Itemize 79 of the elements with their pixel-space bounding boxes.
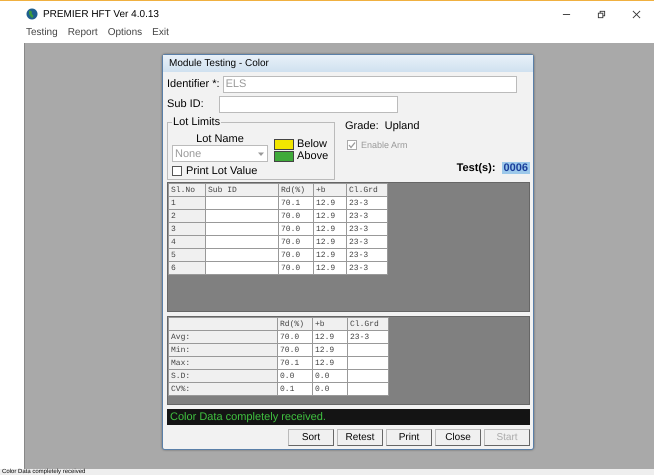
row-header: Min: [168,344,278,356]
table-cell: 70.0 [278,248,314,262]
dialog-title: Module Testing - Color [163,55,533,72]
table-cell: 12.9 [314,196,346,210]
column-header: Rd(%) [278,184,314,196]
table-cell: 12.9 [314,210,346,222]
table-cell: 23-3 [346,210,388,222]
table-cell: 0.0 [278,370,312,382]
table-cell [348,370,388,382]
table-cell: 12.9 [314,248,346,262]
row-header: Avg: [168,330,278,344]
table-cell: 0.0 [312,370,348,382]
row-header: 4 [168,236,206,248]
dialog-button[interactable]: Retest [337,429,383,446]
table-cell: 12.9 [314,236,346,248]
table-cell: 0.1 [278,382,312,396]
tests-count: 0006 [502,162,530,174]
table-cell [348,356,388,370]
print-lot-value-checkbox[interactable]: Print Lot Value [172,165,330,177]
table-cell: 70.1 [278,356,312,370]
restore-icon[interactable] [597,10,606,18]
table-cell: 70.0 [278,222,314,236]
column-header: Cl.Grd [348,318,388,330]
table-cell: 23-3 [346,196,388,210]
grade-label: Grade: [345,120,379,132]
table-cell: 12.9 [312,344,348,356]
close-icon[interactable] [632,10,641,18]
row-header: 1 [168,196,206,210]
column-header: Rd(%) [278,318,312,330]
table-cell: 23-3 [348,330,388,344]
dialog-button[interactable]: Close [435,429,481,446]
table-cell: 70.1 [278,196,314,210]
column-header: +b [312,318,348,330]
legend-label: Above [297,150,328,162]
table-cell [348,344,388,356]
column-header: Sl.No [168,184,206,196]
column-header: Sub ID [206,184,278,196]
column-header: Cl.Grd [346,184,388,196]
row-header: 5 [168,248,206,262]
menu-item[interactable]: Report [68,27,98,43]
globe-icon [26,8,38,20]
row-header: S.D: [168,370,278,382]
table-cell: 23-3 [346,262,388,274]
tests-label: Test(s): [456,162,496,174]
row-header: CV%: [168,382,278,396]
menu-item[interactable]: Testing [26,27,58,43]
row-header: 6 [168,262,206,274]
grade-value: Upland [384,120,420,132]
field-label: Sub ID: [167,98,204,110]
table-cell: 70.0 [278,344,312,356]
table-cell: 23-3 [346,222,388,236]
window-title: PREMIER HFT Ver 4.0.13 [43,8,159,20]
table-cell: 70.0 [278,262,314,274]
table-cell: 23-3 [346,248,388,262]
table-cell: 0.0 [312,382,348,396]
table-cell: 70.0 [278,236,314,248]
dialog-button[interactable]: Sort [288,429,334,446]
table-cell: 12.9 [314,262,346,274]
row-header: 3 [168,222,206,236]
row-header: Max: [168,356,278,370]
table-cell [348,382,388,396]
menu-item[interactable]: Options [108,27,142,43]
table-cell: 23-3 [346,236,388,248]
row-header: 2 [168,210,206,222]
lot-name-label: Lot Name [196,133,244,145]
table-cell: 70.0 [278,210,314,222]
table-cell: 12.9 [312,356,348,370]
legend-label: Below [297,138,327,150]
dialog-button[interactable]: Print [386,429,432,446]
table-cell: 12.9 [314,222,346,236]
column-header: +b [314,184,346,196]
field-label: Identifier *: [167,78,220,90]
sub-id-field[interactable] [218,96,398,112]
table-cell: 12.9 [312,330,348,344]
table-cell: 70.0 [278,330,312,344]
status-message: Color Data completely received. [167,409,530,425]
menu-item[interactable]: Exit [152,27,169,43]
dropdown-arrow-icon [257,150,265,158]
group-title: Lot Limits [172,116,222,128]
